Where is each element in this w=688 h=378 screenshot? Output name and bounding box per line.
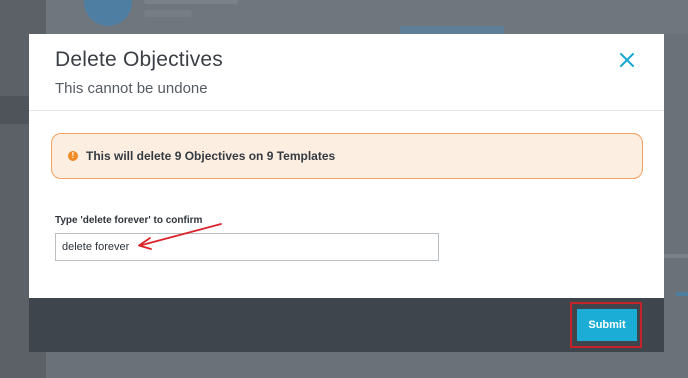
close-button[interactable] (615, 48, 639, 72)
confirm-input[interactable] (55, 233, 439, 261)
alert-circle-icon: ! (68, 151, 78, 161)
confirm-field-label: Type 'delete forever' to confirm (55, 215, 203, 226)
dialog-subtitle: This cannot be undone (55, 80, 208, 97)
dialog-body: Delete Objectives This cannot be undone … (29, 34, 664, 298)
header-divider (29, 110, 664, 111)
background-subtitle-placeholder (144, 10, 192, 17)
warning-banner: ! This will delete 9 Objectives on 9 Tem… (51, 133, 643, 179)
background-text-placeholder (664, 254, 688, 258)
delete-objectives-dialog: Delete Objectives This cannot be undone … (29, 34, 664, 352)
dialog-title: Delete Objectives (55, 48, 223, 71)
dialog-footer (29, 298, 664, 352)
close-icon (620, 53, 634, 67)
submit-button[interactable]: Submit (577, 309, 637, 341)
background-header (46, 0, 688, 34)
background-title-placeholder (144, 0, 238, 4)
background-link-placeholder (676, 292, 688, 296)
warning-text: This will delete 9 Objectives on 9 Templ… (86, 149, 336, 163)
